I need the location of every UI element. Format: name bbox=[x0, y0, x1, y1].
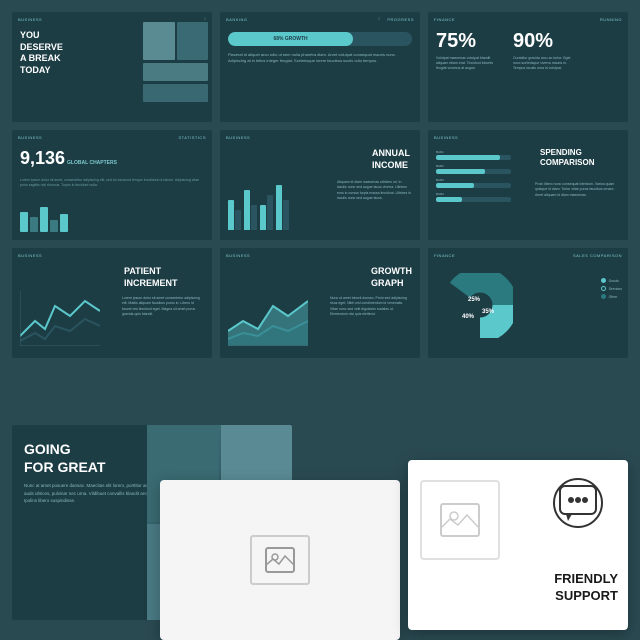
slide-7-title: PATIENTINCREMENT bbox=[124, 266, 204, 289]
big-num-2: 90% Curabitur gravida arcu ac tortor. Eg… bbox=[513, 30, 578, 71]
slide-progress[interactable]: BANKING PROGRESS 2 68% GROWTH Placerat i… bbox=[220, 12, 420, 122]
slide-2-label: BANKING bbox=[226, 17, 248, 22]
slide-9-right-label: SALES COMPARISON bbox=[573, 253, 622, 258]
slide-9-pie: 25% 35% 40% bbox=[448, 273, 513, 338]
slide-patient[interactable]: BUSINESS PATIENTINCREMENT Lorem ipsum do… bbox=[12, 248, 212, 358]
slide-5-desc: Aliquam id diam maecenas ultricies mi. I… bbox=[337, 180, 412, 201]
progress-bar-fill: 68% GROWTH bbox=[228, 32, 353, 46]
slide-9-label: FINANCE bbox=[434, 253, 455, 258]
white-image-area bbox=[420, 480, 500, 560]
slide-7-desc: Lorem ipsum dolor sit amet consectetur a… bbox=[122, 296, 204, 317]
slide-2-num: 2 bbox=[378, 16, 380, 21]
progress-bar-text: 68% GROWTH bbox=[273, 36, 307, 42]
slide-medium-image[interactable] bbox=[160, 480, 400, 640]
going-content: GOINGFOR GREAT Nunc at amet posuere dans… bbox=[24, 440, 154, 504]
slide-8-label: BUSINESS bbox=[226, 253, 250, 258]
slide-6-desc: Proin libero nunc consequat interdum. Va… bbox=[535, 182, 620, 198]
slide-4-right-label: STATISTICS bbox=[178, 135, 206, 140]
bar-4 bbox=[50, 220, 58, 232]
legend-dot-goods bbox=[601, 278, 606, 283]
slide-friendly-support[interactable]: FRIENDLYSUPPORT bbox=[408, 460, 628, 630]
bc-bar-4a bbox=[276, 185, 282, 230]
legend-dot-other bbox=[601, 294, 606, 299]
slide-7-label: BUSINESS bbox=[18, 253, 42, 258]
chat-icon bbox=[553, 478, 603, 528]
slide-1-num: 1 bbox=[204, 16, 206, 21]
slide-7-line-chart bbox=[20, 291, 100, 346]
slide-5-label: BUSINESS bbox=[226, 135, 250, 140]
slide-3-right-label: RUNNING bbox=[600, 17, 622, 22]
slide-annual-income[interactable]: BUSINESS ANNUALINCOME Aliquam id diam ma… bbox=[220, 130, 420, 240]
hbar-row-4: BAR4 bbox=[436, 192, 511, 202]
slide-statistics[interactable]: BUSINESS STATISTICS 9,136GLOBAL CHAPTERS… bbox=[12, 130, 212, 240]
going-title: GOINGFOR GREAT bbox=[24, 440, 154, 476]
progress-description: Placerat id aliquet arcu odio ut sem nul… bbox=[228, 52, 412, 63]
legend-dot-services bbox=[601, 286, 606, 291]
bc-bar-4b bbox=[283, 200, 289, 230]
hbar-row-1: BAR1 bbox=[436, 150, 511, 160]
friendly-support-title: FRIENDLYSUPPORT bbox=[554, 571, 618, 605]
slide-1-title: YOUDESERVEA BREAKTODAY bbox=[20, 30, 63, 77]
slides-grid: BUSINESS 1 YOUDESERVEA BREAKTODAY BANKIN… bbox=[0, 0, 640, 358]
slide-4-desc: Lorem ipsum dolor sit amet, consectetur … bbox=[20, 178, 204, 189]
slide-6-horiz-bars: BAR1 BAR2 BAR3 BAR4 bbox=[436, 150, 511, 206]
progress-bar-bg: 68% GROWTH bbox=[228, 32, 412, 46]
slide-5-title: ANNUALINCOME bbox=[372, 148, 410, 171]
slide-6-title: SPENDINGCOMPARISON bbox=[540, 148, 620, 169]
hbar-row-2: BAR2 bbox=[436, 164, 511, 174]
bar-1 bbox=[20, 212, 28, 232]
slide-8-area-chart bbox=[228, 291, 308, 346]
going-desc: Nunc at amet posuere dansac. Maecitas el… bbox=[24, 482, 154, 504]
slide-1-images bbox=[143, 22, 208, 102]
slide-2-right-label: PROGRESS bbox=[387, 17, 414, 22]
slide-4-bars bbox=[20, 207, 68, 232]
slide-3-label: FINANCE bbox=[434, 17, 455, 22]
slide-sales[interactable]: FINANCE SALES COMPARISON 25% 35% 40% Goo… bbox=[428, 248, 628, 358]
medium-image-placeholder bbox=[250, 535, 310, 585]
slide-9-legend: Goods Services Other bbox=[601, 278, 622, 302]
slide-8-desc: Nunc ut amet loborti donsec. Proin sed a… bbox=[330, 296, 412, 317]
bc-bar-1b bbox=[235, 210, 241, 230]
legend-other: Other bbox=[601, 294, 622, 299]
slide-3-numbers: 75% Volutpat maecenas volutpat blandit a… bbox=[436, 30, 578, 71]
bar-3 bbox=[40, 207, 48, 232]
hbar-row-3: BAR3 bbox=[436, 178, 511, 188]
svg-text:25%: 25% bbox=[468, 297, 481, 303]
slide-1-label: BUSINESS bbox=[18, 17, 42, 22]
big-num-1: 75% Volutpat maecenas volutpat blandit a… bbox=[436, 30, 501, 71]
slide-running[interactable]: FINANCE RUNNING 75% Volutpat maecenas vo… bbox=[428, 12, 628, 122]
bottom-section: GOINGFOR GREAT Nunc at amet posuere dans… bbox=[0, 410, 640, 640]
svg-text:40%: 40% bbox=[462, 314, 475, 320]
legend-services: Services bbox=[601, 286, 622, 291]
slide-4-label: BUSINESS bbox=[18, 135, 42, 140]
slide-5-bar-chart bbox=[228, 175, 308, 230]
slide-you-deserve[interactable]: BUSINESS 1 YOUDESERVEA BREAKTODAY bbox=[12, 12, 212, 122]
stat-sub: GLOBAL CHAPTERS bbox=[67, 160, 117, 166]
slide-2-progress: 68% GROWTH Placerat id aliquet arcu odio… bbox=[228, 32, 412, 63]
slide-8-title: GROWTHGRAPH bbox=[371, 266, 412, 289]
bc-bar-2b bbox=[251, 205, 257, 230]
bc-bar-1a bbox=[228, 200, 234, 230]
bar-2 bbox=[30, 217, 38, 232]
slide-4-number: 9,136GLOBAL CHAPTERS bbox=[20, 148, 117, 169]
slide-spending[interactable]: BUSINESS SPENDINGCOMPARISON Proin libero… bbox=[428, 130, 628, 240]
bc-bar-2a bbox=[244, 190, 250, 230]
slide-6-label: BUSINESS bbox=[434, 135, 458, 140]
bc-bar-3b bbox=[267, 195, 273, 230]
legend-goods: Goods bbox=[601, 278, 622, 283]
bc-bar-3a bbox=[260, 205, 266, 230]
slide-growth[interactable]: BUSINESS GROWTHGRAPH Nunc ut amet lobort… bbox=[220, 248, 420, 358]
svg-text:35%: 35% bbox=[482, 309, 495, 315]
bar-5 bbox=[60, 214, 68, 232]
